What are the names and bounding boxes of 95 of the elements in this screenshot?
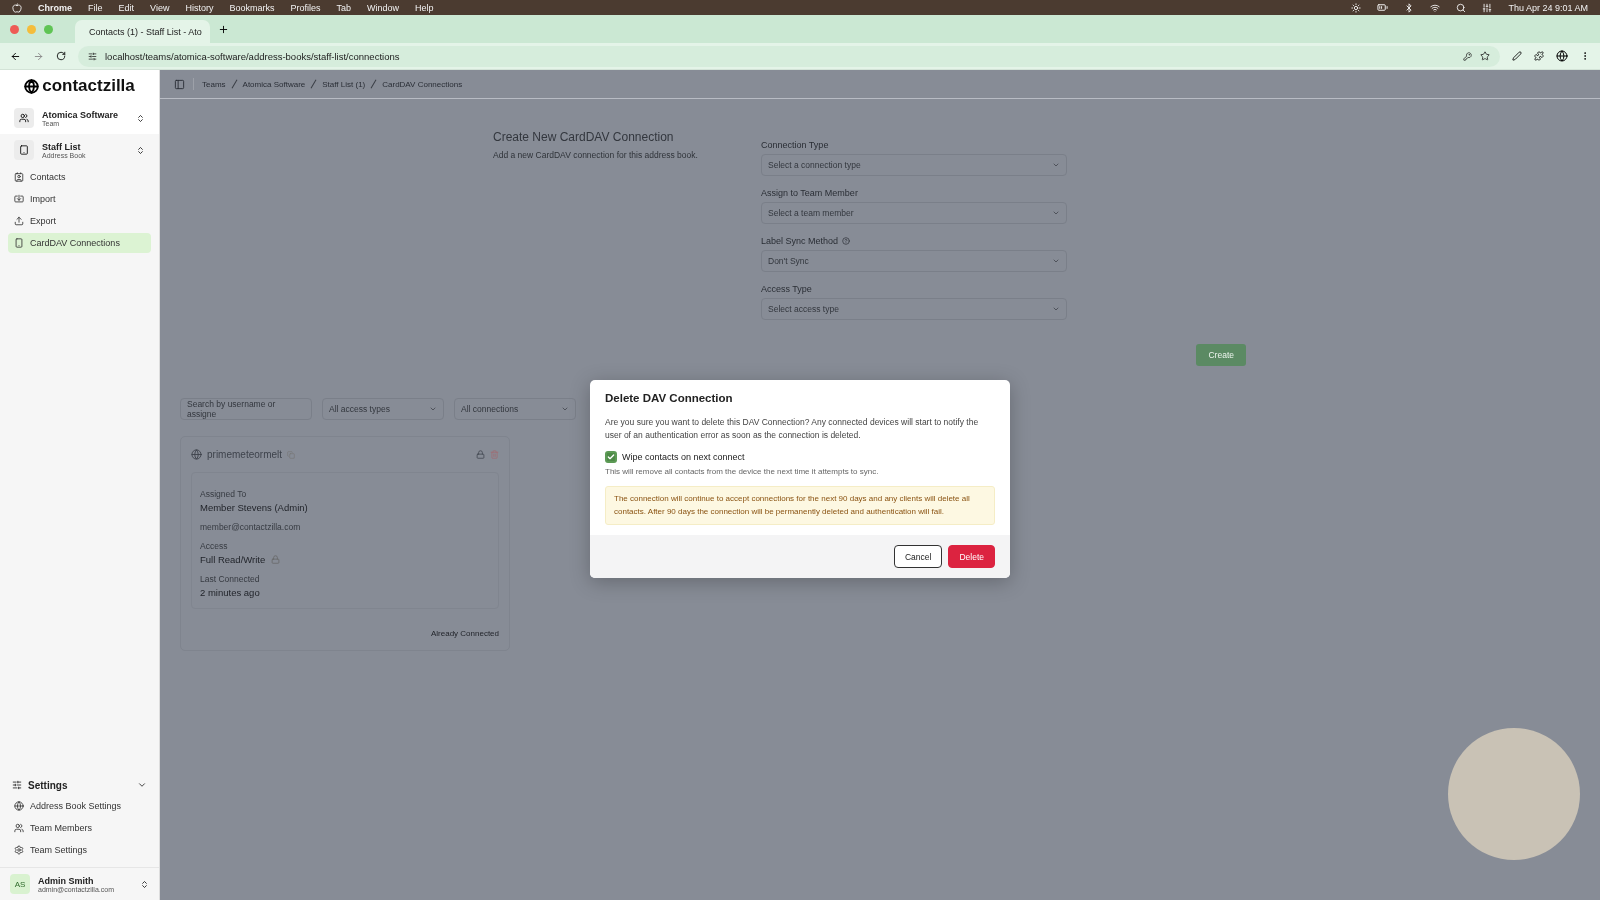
menu-item[interactable]: File	[88, 2, 103, 13]
form-title: Create New CardDAV Connection	[493, 130, 675, 144]
field-label: Label Sync Method	[761, 236, 839, 246]
access-value: Full Read/Write	[200, 554, 266, 565]
checkbox-hint: This will remove all contacts from the device the next time it attempts to sync.	[605, 467, 880, 476]
reload-icon[interactable]	[56, 51, 66, 61]
select-field[interactable]: Don't Sync	[761, 250, 1067, 272]
menu-item[interactable]: Edit	[118, 2, 135, 13]
control-center-icon[interactable]	[1482, 2, 1493, 13]
up-down-chevron-icon	[136, 113, 145, 123]
chevron-down-icon	[1052, 161, 1060, 169]
sun-icon[interactable]	[1351, 2, 1362, 13]
sidebar-item[interactable]: Address Book Settings	[8, 796, 151, 816]
connection-status: Already Connected	[430, 629, 499, 638]
sidebar-item[interactable]: Import	[8, 189, 151, 209]
menu-item[interactable]: Tab	[336, 2, 351, 13]
pen-icon[interactable]	[1512, 51, 1522, 61]
checkbox-label[interactable]: Wipe contacts on next connect	[622, 452, 745, 462]
breadcrumb-link[interactable]: Staff List (1)	[322, 79, 366, 89]
chevron-down-icon	[429, 405, 437, 413]
connection-name: primemeteormelt	[207, 449, 283, 460]
back-icon[interactable]	[10, 50, 21, 62]
globe-icon	[14, 801, 24, 811]
browser-tab[interactable]: Contacts (1) - Staff List - Ato	[75, 20, 210, 43]
sidebar-item[interactable]: Team Members	[8, 818, 151, 838]
cancel-button[interactable]: Cancel	[893, 545, 943, 568]
chevron-down-icon	[137, 780, 147, 790]
new-tab-icon[interactable]	[218, 23, 229, 35]
assignee-email: member@contactzilla.com	[200, 522, 302, 532]
bluetooth-icon[interactable]	[1404, 2, 1415, 13]
field-label: Last Connected	[200, 574, 261, 584]
apple-icon[interactable]	[12, 2, 22, 13]
field-label: Assign to Team Member	[761, 188, 858, 198]
up-down-chevron-icon	[140, 879, 149, 889]
users-icon	[19, 113, 29, 123]
last-connected-value: 2 minutes ago	[200, 587, 261, 598]
logo: contactzilla	[0, 70, 159, 102]
sidebar-item[interactable]: CardDAV Connections	[8, 233, 151, 253]
filter-select[interactable]: All connections	[454, 398, 576, 420]
wifi-icon[interactable]	[1430, 2, 1441, 13]
dialog-message: Are you sure you want to delete this DAV Connection? Any connected devices will start to notify the user of an authentication error as soon as the connection is deleted.	[605, 416, 980, 441]
users-icon	[14, 823, 24, 833]
breadcrumb-link[interactable]: Teams	[202, 79, 226, 89]
form-subtitle: Add a new CardDAV connection for this address book.	[493, 150, 699, 160]
breadcrumb-link[interactable]: Atomica Software	[242, 79, 306, 89]
breadcrumb-link[interactable]: CardDAV Connections	[382, 79, 463, 89]
select-field[interactable]: Select a team member	[761, 202, 1067, 224]
search-icon[interactable]	[1456, 2, 1467, 13]
settings-toggle[interactable]: Settings	[0, 775, 159, 795]
field-label: Access	[200, 541, 229, 551]
sidebar-item[interactable]: Team Settings	[8, 840, 151, 860]
device-icon	[14, 238, 24, 248]
dialog-title: Delete DAV Connection	[605, 392, 734, 404]
up-down-chevron-icon	[136, 145, 145, 155]
contacts-icon	[14, 172, 24, 182]
close-window-icon[interactable]	[10, 24, 19, 34]
export-icon	[14, 216, 24, 226]
menu-item[interactable]: Bookmarks	[229, 2, 275, 13]
search-field[interactable]: Search by username or assigne	[180, 398, 312, 420]
chevron-down-icon	[1052, 209, 1060, 217]
warning-message: The connection will continue to accept connections for the next 90 days and any clients will delete all contacts. After 90 days the connection will be permanently deleted and authentication will fail.	[605, 486, 995, 525]
sidebar-item[interactable]: Contacts	[8, 167, 151, 187]
tablet-icon	[19, 145, 29, 155]
delete-button[interactable]: Delete	[948, 545, 995, 568]
field-label: Connection Type	[761, 140, 829, 150]
import-icon	[14, 194, 24, 204]
address-bar[interactable]: localhost/teams/atomica-software/address-books/staff-list/connections	[78, 45, 1500, 67]
battery-icon[interactable]	[1377, 2, 1389, 13]
assignee-name: Member Stevens (Admin)	[200, 502, 309, 513]
field-label: Assigned To	[200, 489, 248, 499]
menu-item[interactable]: History	[185, 2, 214, 13]
extensions-icon[interactable]	[1534, 51, 1544, 61]
menu-item[interactable]: Window	[366, 2, 399, 13]
sliders-icon	[12, 780, 22, 790]
select-field[interactable]: Select access type	[761, 298, 1067, 320]
select-field[interactable]: Select a connection type	[761, 154, 1067, 176]
clock: Thu Apr 24 9:01 AM	[1508, 2, 1588, 13]
chevron-down-icon	[561, 405, 569, 413]
sidebar-toggle-icon[interactable]	[174, 78, 185, 90]
sidebar-item[interactable]: Export	[8, 211, 151, 231]
field-label: Access Type	[761, 284, 812, 294]
lock-icon	[271, 555, 281, 564]
checkbox[interactable]	[605, 451, 617, 463]
menu-item[interactable]: Chrome	[38, 2, 72, 13]
globe-icon	[191, 449, 202, 460]
forward-icon[interactable]	[33, 50, 44, 62]
menu-item[interactable]: Profiles	[290, 2, 321, 13]
create-button[interactable]: Create	[1196, 344, 1246, 366]
menu-item[interactable]: View	[150, 2, 170, 13]
profile-icon[interactable]	[1556, 50, 1568, 62]
filter-select[interactable]: All access types	[322, 398, 444, 420]
settings-icon	[14, 845, 24, 855]
chevron-down-icon	[1052, 305, 1060, 313]
chevron-down-icon	[1052, 257, 1060, 265]
menu-item[interactable]: Help	[415, 2, 434, 13]
